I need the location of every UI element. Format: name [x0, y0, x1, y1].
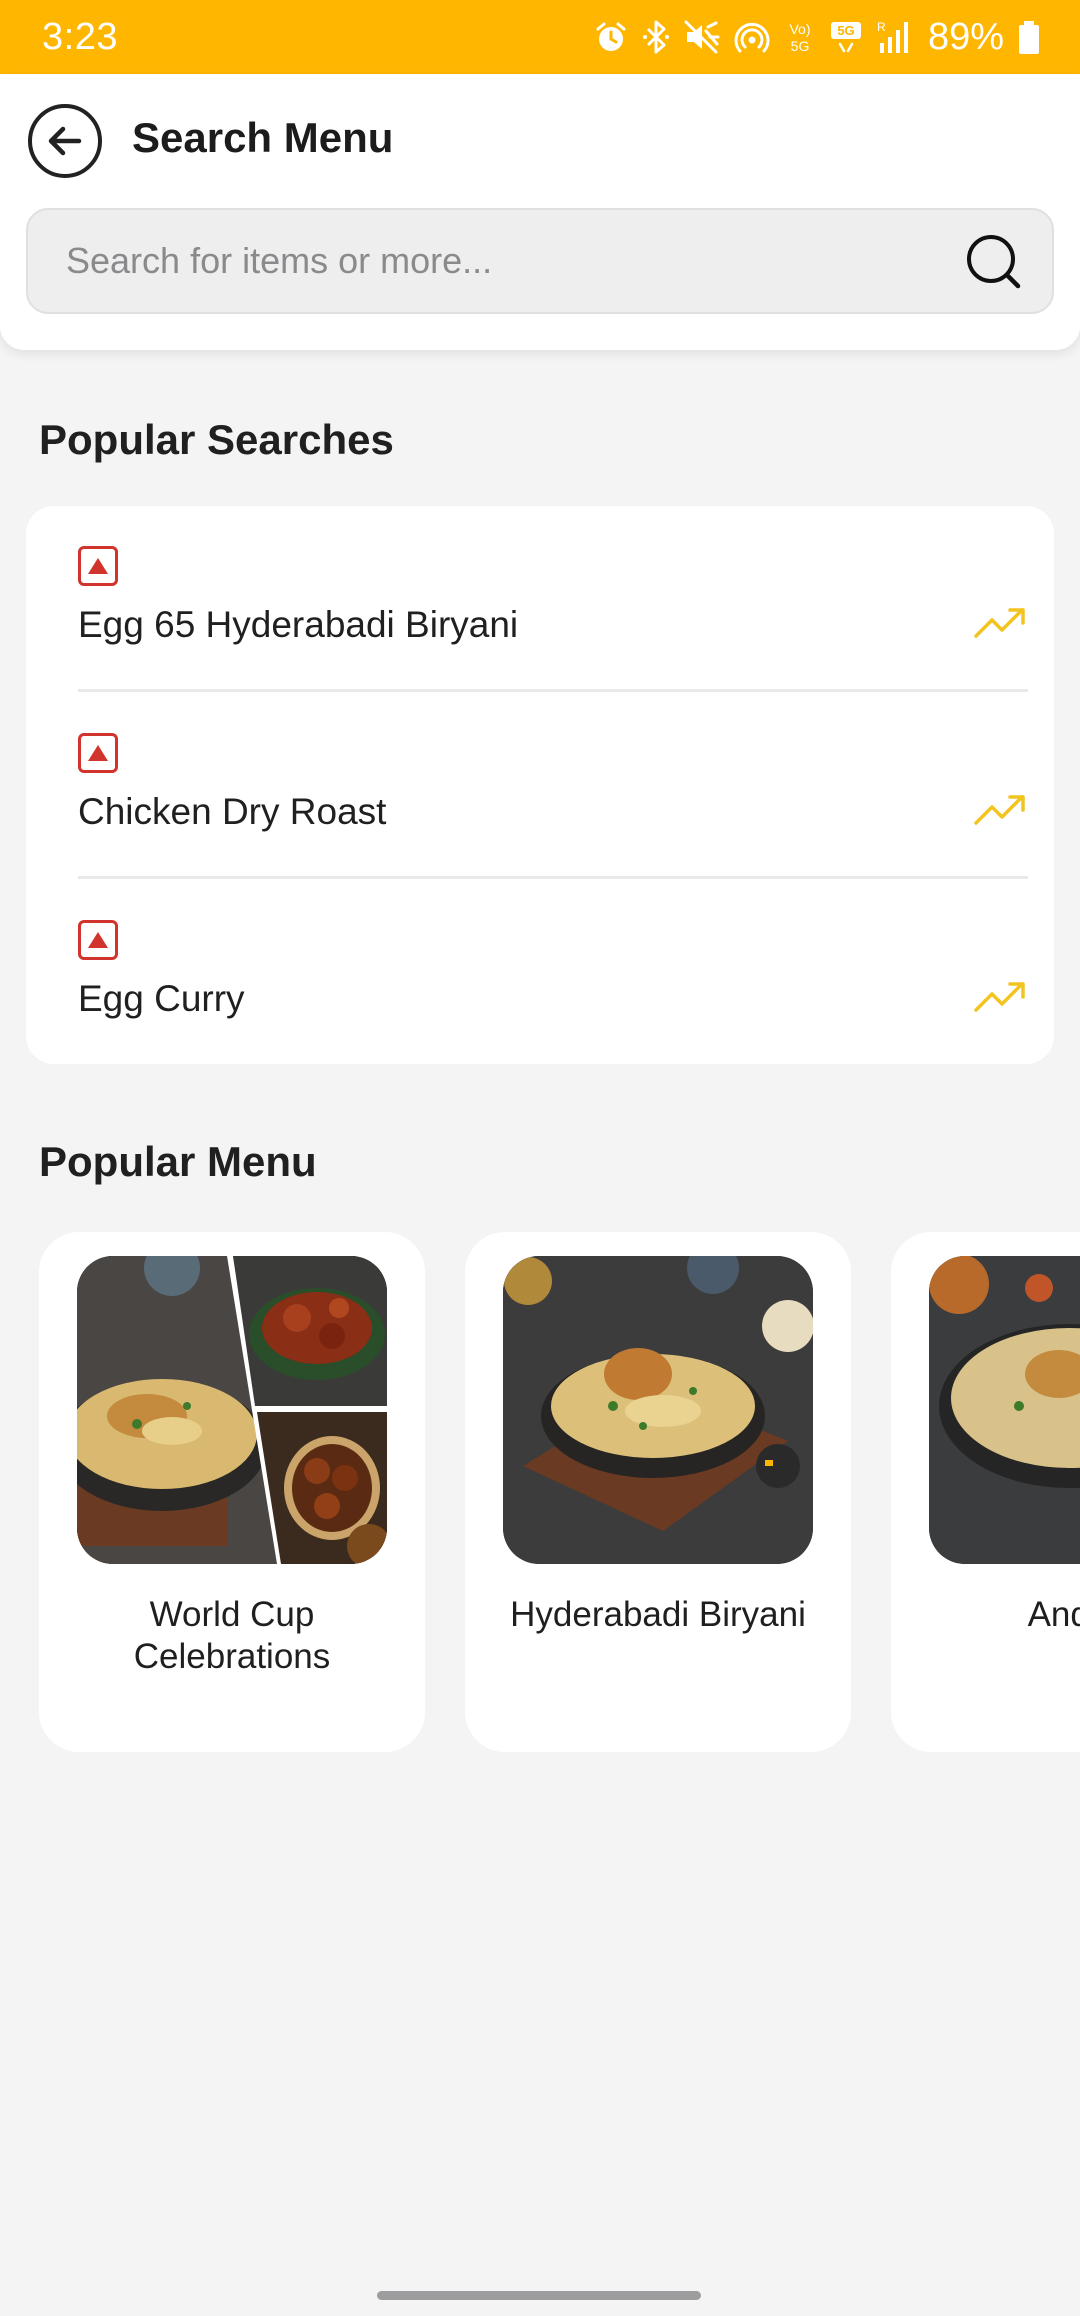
back-arrow-icon	[48, 126, 82, 156]
menu-card-label: World Cup Celebrations	[133, 1595, 331, 1676]
search-input[interactable]	[66, 240, 962, 282]
popular-menu-carousel[interactable]: World Cup Celebrations Hyderabadi Biryan…	[0, 1232, 1080, 1752]
non-veg-icon	[78, 733, 118, 773]
battery-icon	[1019, 21, 1039, 54]
trending-up-icon	[974, 608, 1025, 638]
popular-search-label: Chicken Dry Roast	[78, 791, 387, 832]
menu-card-label: Hyderabadi Biryani	[510, 1595, 806, 1634]
non-veg-icon	[78, 920, 118, 960]
search-menu-screen: 3:23 Vo) 5G 5G R 89% Search Menu Search …	[0, 0, 1080, 2316]
svg-text:5G: 5G	[791, 38, 810, 54]
alarm-icon	[596, 22, 626, 51]
popular-search-item[interactable]: Chicken Dry Roast	[78, 693, 1028, 879]
status-bar: 3:23 Vo) 5G 5G R 89%	[0, 0, 1080, 74]
popular-search-label: Egg 65 Hyderabadi Biryani	[78, 604, 519, 645]
trending-up-icon	[974, 795, 1025, 825]
hotspot-icon	[734, 22, 770, 53]
bluetooth-icon	[642, 20, 669, 54]
popular-search-item[interactable]: Egg Curry	[78, 880, 1028, 1066]
svg-text:5G: 5G	[837, 23, 854, 38]
5g-icon: 5G	[830, 22, 861, 53]
menu-image	[929, 1256, 1080, 1564]
popular-searches-heading: Popular Searches	[39, 416, 394, 463]
signal-icon: R	[877, 20, 908, 53]
volte-icon: Vo) 5G	[789, 21, 810, 54]
page-title: Search Menu	[132, 114, 394, 161]
menu-card-world-cup-celebrations[interactable]: World Cup Celebrations	[39, 1232, 425, 1752]
home-indicator[interactable]	[377, 2291, 701, 2300]
menu-card-hyderabadi-biryani[interactable]: Hyderabadi Biryani	[465, 1232, 851, 1752]
battery-percentage: 89%	[927, 15, 1004, 58]
popular-search-item[interactable]: Egg 65 Hyderabadi Biryani	[78, 506, 1028, 692]
svg-text:R: R	[877, 20, 886, 34]
popular-menu-heading: Popular Menu	[39, 1138, 317, 1185]
menu-image	[503, 1256, 813, 1564]
divider	[78, 689, 1028, 692]
menu-card-andhra[interactable]: Andhra	[891, 1232, 1080, 1752]
search-icon[interactable]	[962, 230, 1024, 292]
search-bar[interactable]	[26, 208, 1054, 314]
header: Search Menu	[0, 74, 1080, 350]
status-time: 3:23	[42, 15, 118, 58]
back-button[interactable]	[28, 104, 102, 178]
popular-searches-list: Egg 65 Hyderabadi Biryani Chicken Dry Ro…	[26, 506, 1054, 1064]
menu-image	[77, 1256, 387, 1564]
popular-search-label: Egg Curry	[78, 978, 245, 1019]
mute-icon	[684, 20, 720, 54]
trending-up-icon	[974, 982, 1025, 1012]
status-icons: Vo) 5G 5G R 89%	[594, 16, 1040, 59]
divider	[78, 876, 1028, 879]
menu-card-label: Andhra	[1027, 1595, 1080, 1634]
non-veg-icon	[78, 546, 118, 586]
svg-text:Vo): Vo)	[789, 21, 810, 37]
